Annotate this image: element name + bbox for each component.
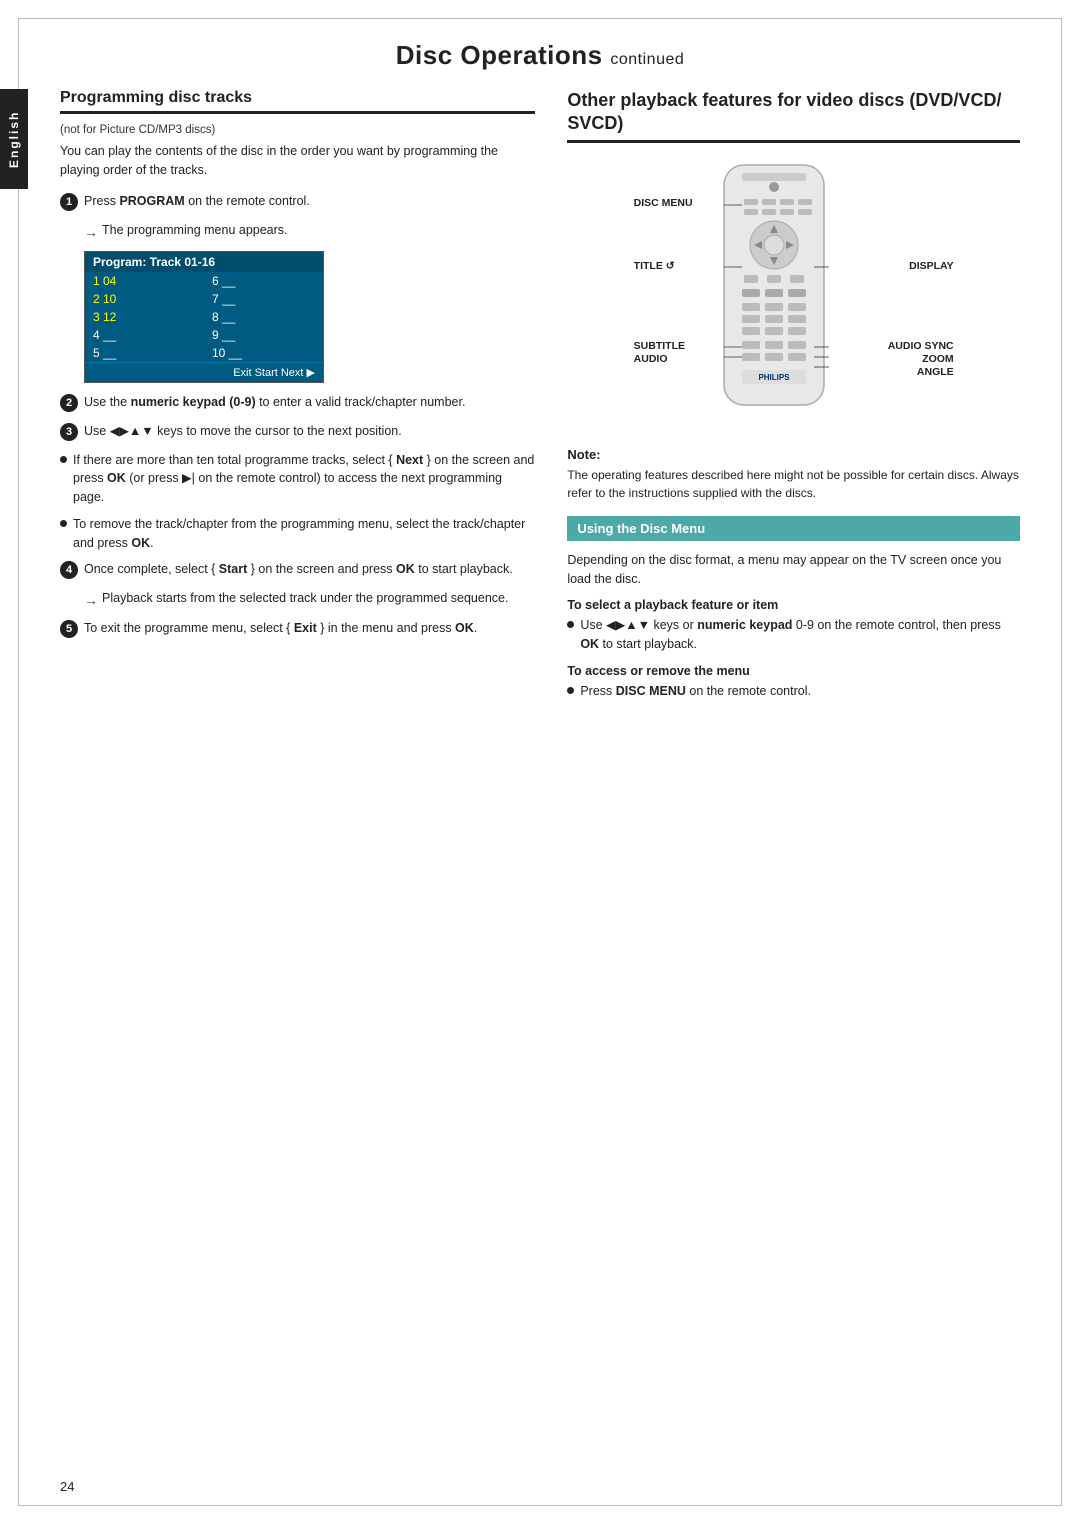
step-4-arrow: → Playback starts from the selected trac… bbox=[84, 589, 535, 611]
right-section-heading: Other playback features for video discs … bbox=[567, 89, 1020, 143]
disc-menu-label: DISC MENU bbox=[634, 197, 693, 209]
list-item: If there are more than ten total program… bbox=[60, 451, 535, 507]
list-item: Use ◀▶▲▼ keys or numeric keypad 0-9 on t… bbox=[567, 616, 1020, 654]
feature-heading-1: To select a playback feature or item bbox=[567, 598, 1020, 612]
table-cell: 9 __ bbox=[204, 326, 323, 344]
audio-label: AUDIO bbox=[634, 353, 668, 365]
subtitle-label: SUBTITLE bbox=[634, 340, 685, 352]
step-3: 3 Use ◀▶▲▼ keys to move the cursor to th… bbox=[60, 422, 535, 441]
svg-text:PHILIPS: PHILIPS bbox=[758, 373, 790, 382]
program-table: Program: Track 01-16 1 04 6 __ 2 10 7 __… bbox=[84, 251, 324, 383]
program-table-footer: Exit Start Next ▶ bbox=[85, 362, 323, 382]
feature-heading-2: To access or remove the menu bbox=[567, 664, 1020, 678]
remote-image-wrapper: PHILIPS bbox=[634, 155, 954, 435]
program-table-header: Program: Track 01-16 bbox=[85, 252, 323, 272]
disc-menu-access-bullets: Press DISC MENU on the remote control. bbox=[567, 682, 1020, 701]
step-num-2: 2 bbox=[60, 394, 78, 412]
step-2: 2 Use the numeric keypad (0-9) to enter … bbox=[60, 393, 535, 412]
zoom-label: ZOOM bbox=[922, 353, 954, 365]
intro-text: You can play the contents of the disc in… bbox=[60, 142, 535, 180]
display-label: DISPLAY bbox=[909, 260, 954, 272]
step-4-content: Once complete, select { Start } on the s… bbox=[84, 560, 535, 579]
table-cell: 5 __ bbox=[85, 344, 204, 362]
table-cell: 6 __ bbox=[204, 272, 323, 290]
step-5-content: To exit the programme menu, select { Exi… bbox=[84, 619, 535, 638]
list-item: Press DISC MENU on the remote control. bbox=[567, 682, 1020, 701]
note-title: Note: bbox=[567, 447, 1020, 462]
table-cell: 10 __ bbox=[204, 344, 323, 362]
step-2-content: Use the numeric keypad (0-9) to enter a … bbox=[84, 393, 535, 412]
note-text: The operating features described here mi… bbox=[567, 466, 1020, 502]
table-cell: 1 04 bbox=[85, 272, 204, 290]
list-item: To remove the track/chapter from the pro… bbox=[60, 515, 535, 553]
language-tab: English bbox=[0, 89, 28, 189]
left-section-heading: Programming disc tracks bbox=[60, 89, 535, 114]
bullet-dot bbox=[567, 621, 574, 628]
disc-menu-bullets: Use ◀▶▲▼ keys or numeric keypad 0-9 on t… bbox=[567, 616, 1020, 654]
note-box: Note: The operating features described h… bbox=[567, 447, 1020, 502]
table-cell: 2 10 bbox=[85, 290, 204, 308]
title-label: TITLE ↺ bbox=[634, 260, 675, 272]
subtitle-small: (not for Picture CD/MP3 discs) bbox=[60, 124, 535, 136]
page-number: 24 bbox=[60, 1479, 74, 1494]
table-cell: 8 __ bbox=[204, 308, 323, 326]
step-num-3: 3 bbox=[60, 423, 78, 441]
angle-label: ANGLE bbox=[917, 366, 954, 378]
program-table-body: 1 04 6 __ 2 10 7 __ 3 12 8 __ 4 __ 9 __ … bbox=[85, 272, 323, 362]
step-5: 5 To exit the programme menu, select { E… bbox=[60, 619, 535, 638]
step-num-4: 4 bbox=[60, 561, 78, 579]
step-1: 1 Press PROGRAM on the remote control. bbox=[60, 192, 535, 211]
bullet-dot bbox=[60, 456, 67, 463]
step-1-arrow: → The programming menu appears. bbox=[84, 221, 535, 243]
step-4: 4 Once complete, select { Start } on the… bbox=[60, 560, 535, 579]
step-3-content: Use ◀▶▲▼ keys to move the cursor to the … bbox=[84, 422, 535, 441]
bullet-dot bbox=[567, 687, 574, 694]
table-cell: 7 __ bbox=[204, 290, 323, 308]
disc-menu-intro: Depending on the disc format, a menu may… bbox=[567, 551, 1020, 589]
step-num-1: 1 bbox=[60, 193, 78, 211]
bullet-dot bbox=[60, 520, 67, 527]
remote-diagram: PHILIPS bbox=[567, 155, 1020, 435]
table-cell: 4 __ bbox=[85, 326, 204, 344]
audio-sync-label: AUDIO SYNC bbox=[888, 340, 954, 352]
page-title: Disc Operations continued bbox=[60, 40, 1020, 71]
bullet-list: If there are more than ten total program… bbox=[60, 451, 535, 553]
disc-menu-section-heading: Using the Disc Menu bbox=[567, 516, 1020, 541]
table-cell: 3 12 bbox=[85, 308, 204, 326]
step-num-5: 5 bbox=[60, 620, 78, 638]
step-1-content: Press PROGRAM on the remote control. bbox=[84, 192, 535, 211]
